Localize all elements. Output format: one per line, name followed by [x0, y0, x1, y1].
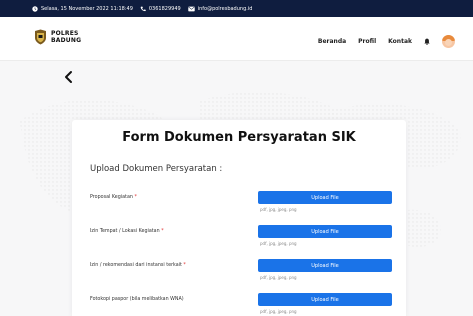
datetime-text: Selasa, 15 November 2022 11:18:49	[41, 5, 133, 12]
file-type-hint: pdf, jpg, jpeg, png	[260, 309, 297, 314]
section-title: Upload Dokumen Persyaratan :	[90, 164, 223, 174]
nav-item-kontak[interactable]: Kontak	[388, 38, 412, 45]
form-title: Form Dokumen Persyaratan SIK	[122, 130, 356, 145]
location-permit-label-text: Izin Tempat / Lokasi Kegiatan	[90, 229, 160, 234]
passport-copy-label: Fotokopi paspor (bila melibatkan WNA)	[90, 297, 184, 302]
agency-recommendation-label: Izin / rekomendasi dari instansi terkait…	[90, 263, 186, 268]
upload-proposal-button[interactable]: Upload File	[258, 191, 392, 204]
email-item: info@polresbadung.id	[187, 5, 253, 12]
phone-text: 0361829949	[148, 5, 181, 12]
main-nav: Beranda Profil Kontak	[318, 35, 455, 48]
datetime-item: Selasa, 15 November 2022 11:18:49	[32, 6, 133, 12]
clock-icon	[32, 5, 38, 12]
logo[interactable]: POLRES BADUNG	[34, 29, 81, 45]
location-permit-label: Izin Tempat / Lokasi Kegiatan *	[90, 229, 164, 234]
phone-icon	[140, 6, 146, 11]
logo-wordmark: POLRES BADUNG	[51, 30, 81, 44]
file-type-hint: pdf, jpg, jpeg, png	[260, 207, 297, 212]
logo-line2: BADUNG	[51, 37, 82, 44]
passport-copy-label-text: Fotokopi paspor (bila melibatkan WNA)	[90, 297, 184, 302]
email-text: info@polresbadung.id	[197, 5, 253, 12]
mail-icon	[187, 6, 195, 11]
upload-agency-recommendation-button[interactable]: Upload File	[258, 259, 392, 272]
proposal-label: Proposal Kegiatan *	[90, 195, 137, 200]
back-arrow-icon[interactable]	[62, 70, 76, 84]
police-badge-icon	[35, 29, 46, 45]
navbar: POLRES BADUNG Beranda Profil Kontak	[0, 17, 473, 61]
upload-passport-copy-button[interactable]: Upload File	[258, 293, 392, 306]
user-avatar[interactable]	[442, 35, 455, 48]
form-card: Form Dokumen Persyaratan SIK Upload Doku…	[72, 120, 406, 316]
required-mark: *	[134, 195, 137, 200]
bell-icon[interactable]	[424, 38, 430, 45]
required-mark: *	[161, 229, 164, 234]
nav-item-profil[interactable]: Profil	[358, 38, 376, 45]
nav-item-beranda[interactable]: Beranda	[318, 38, 346, 45]
upload-location-permit-button[interactable]: Upload File	[258, 225, 392, 238]
proposal-label-text: Proposal Kegiatan	[90, 195, 133, 200]
avatar-face	[445, 39, 452, 46]
agency-recommendation-label-text: Izin / rekomendasi dari instansi terkait	[90, 263, 182, 268]
file-type-hint: pdf, jpg, jpeg, png	[260, 241, 297, 246]
required-mark: *	[183, 263, 186, 268]
file-type-hint: pdf, jpg, jpeg, png	[260, 275, 297, 280]
phone-item: 0361829949	[140, 6, 181, 12]
top-info-bar: Selasa, 15 November 2022 11:18:49 036182…	[0, 0, 473, 17]
logo-line1: POLRES	[51, 30, 79, 37]
